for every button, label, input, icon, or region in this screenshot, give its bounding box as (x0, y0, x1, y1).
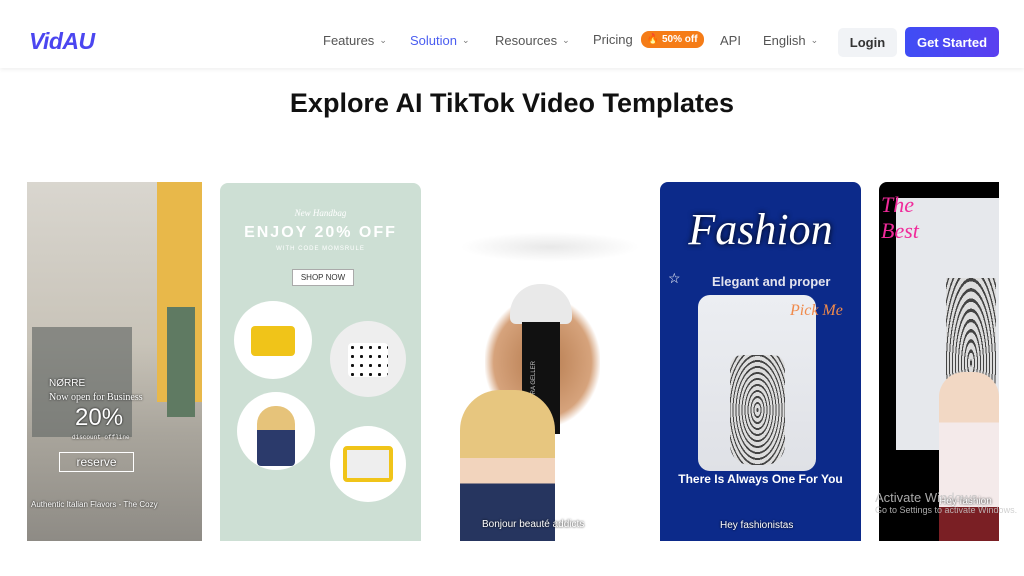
nav-features[interactable]: Features ⌄ (323, 33, 387, 48)
headline: Now open for Business (49, 392, 143, 403)
star-icon: ☆ (668, 270, 681, 286)
headline: There Is Always One For You (678, 472, 843, 486)
caption: Bonjour beauté addicts (482, 519, 585, 530)
nav-label: Features (323, 33, 375, 48)
subtext: WITH CODE MOMSRULE (276, 246, 365, 252)
script-text: New Handbag (294, 208, 347, 218)
tagline: Elegant and proper (712, 274, 831, 289)
get-started-button[interactable]: Get Started (905, 27, 999, 57)
template-card-restaurant[interactable]: NØRRE Now open for Business 20% discount… (27, 182, 202, 541)
chevron-down-icon: ⌄ (461, 35, 470, 45)
nav-solution[interactable]: Solution ⌄ (410, 33, 470, 48)
script-text: Pick Me (790, 302, 843, 319)
nav-label: Solution (410, 33, 457, 48)
caption: Hey fashionistas (720, 520, 794, 531)
nav-api[interactable]: API (720, 33, 741, 48)
watermark-line1: Activate Windows (875, 490, 978, 505)
caption: Authentic Italian Flavors - The Cozy (31, 500, 158, 509)
page-title: Explore AI TikTok Video Templates (289, 88, 735, 118)
nav-label: Pricing (593, 32, 633, 47)
login-button[interactable]: Login (838, 28, 897, 57)
product-circle-yellow-bag (234, 301, 312, 379)
nav-label: English (763, 33, 806, 48)
presenter (939, 372, 999, 541)
reserve-button: reserve (59, 452, 134, 472)
product-circle-dotted-bag (330, 321, 406, 397)
discount: 20% (75, 404, 124, 431)
logo[interactable]: VidAU (29, 28, 95, 55)
watermark-line2: Go to Settings to activate Windows. (875, 505, 1018, 515)
template-card-best[interactable]: The Best Hey fashion (879, 182, 999, 541)
headline: ENJOY 20% OFF (244, 224, 397, 241)
template-card-makeup[interactable]: LAURA GELLER Bonjour beauté addicts (440, 222, 645, 541)
chevron-down-icon: ⌄ (379, 35, 387, 45)
nav-label: API (720, 33, 741, 48)
title: Fashion (688, 205, 833, 254)
header: VidAU Features ⌄ Solution ⌄ Resources ⌄ Pri… (0, 0, 1024, 68)
product-circle-cooler-bag (330, 426, 406, 502)
model-photo (698, 295, 816, 471)
shop-now-button: SHOP NOW (292, 269, 354, 286)
badge-text: 50% off (661, 34, 698, 45)
discount-note: discount offline (72, 434, 130, 441)
nav-resources[interactable]: Resources ⌄ (495, 33, 570, 48)
template-card-fashion[interactable]: Fashion ☆ Elegant and proper Pick Me The… (660, 182, 861, 541)
script-text: The Best (881, 192, 919, 243)
chevron-down-icon: ⌄ (810, 35, 819, 45)
windows-watermark: Activate Windows Go to Settings to activ… (875, 490, 1017, 515)
language-select[interactable]: English ⌄ (763, 33, 818, 48)
door (167, 307, 195, 417)
chevron-down-icon: ⌄ (562, 35, 570, 45)
nav-label: Resources (495, 33, 558, 48)
discount-badge: 🔥 50% off (640, 31, 704, 48)
nav-pricing[interactable]: Pricing 🔥 50% off (593, 31, 704, 48)
brush-blur (460, 232, 640, 262)
presenter-circle (237, 392, 315, 470)
template-card-handbag[interactable]: New Handbag ENJOY 20% OFF WITH CODE MOMS… (220, 183, 421, 541)
brush-head (510, 284, 572, 324)
brand-text: NØRRE (49, 378, 86, 389)
